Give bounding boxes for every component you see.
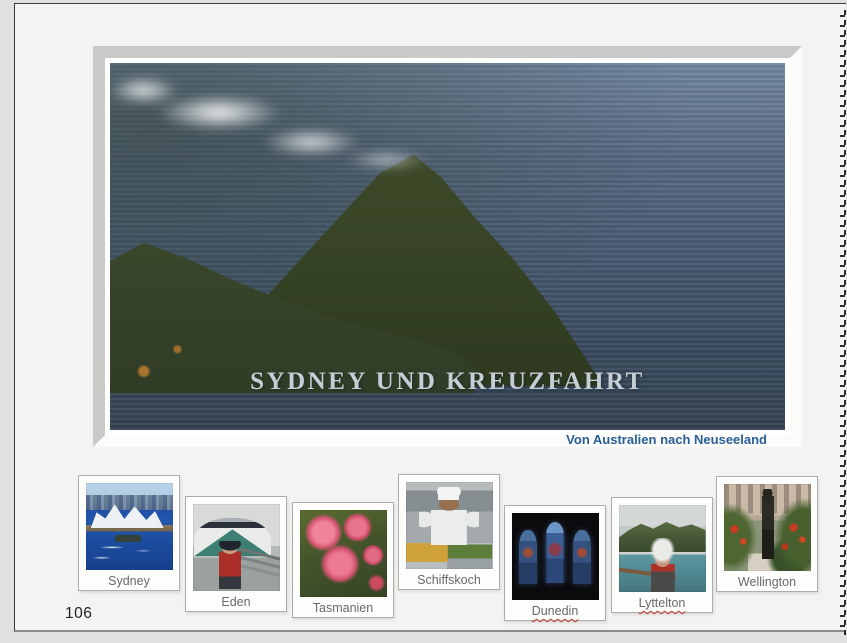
- thumbnail-card-sydney[interactable]: Sydney: [78, 475, 180, 591]
- sydney-opera-house-photo[interactable]: [85, 483, 173, 570]
- boat-wake-shape: [85, 483, 173, 570]
- statue-with-flowers-photo[interactable]: [723, 484, 811, 571]
- thumbnail-card-tasmanien[interactable]: Tasmanien: [292, 502, 394, 618]
- thumbnail-card-dunedin[interactable]: Dunedin: [504, 505, 606, 621]
- hero-photo-frame[interactable]: SYDNEY UND KREUZFAHRT: [93, 46, 802, 447]
- thumbnail-caption: Schiffskoch: [417, 573, 481, 587]
- statue-figure-shape: [758, 489, 778, 559]
- man-red-shirt-shape: [218, 540, 242, 590]
- center-fold-dashed-line: [840, 10, 846, 635]
- pink-pompom-flowers-photo[interactable]: [299, 510, 387, 597]
- thumbnail-card-eden[interactable]: Eden: [185, 496, 287, 612]
- thumbnail-caption: Eden: [221, 595, 251, 609]
- person-red-scarf-shape: [646, 538, 680, 592]
- page-subtitle[interactable]: Von Australien nach Neuseeland: [566, 432, 767, 447]
- thumbnail-caption: Wellington: [737, 575, 797, 589]
- thumbnail-caption: Tasmanien: [312, 601, 374, 615]
- stained-glass-center-shape: [544, 521, 566, 583]
- stained-glass-right-shape: [573, 530, 591, 585]
- thumbnail-caption: Lyttelton: [638, 596, 686, 610]
- stained-glass-left-shape: [519, 530, 537, 585]
- page-number: 106: [65, 605, 93, 622]
- harbour-with-person-photo[interactable]: [618, 505, 706, 592]
- photobook-editor-view: SYDNEY UND KREUZFAHRT Von Australien nac…: [0, 0, 847, 643]
- page-title[interactable]: SYDNEY UND KREUZFAHRT: [250, 368, 645, 396]
- cruise-ship-and-man-photo[interactable]: [192, 504, 280, 591]
- thumbnail-card-schiffskoch[interactable]: Schiffskoch: [398, 474, 500, 590]
- chef-arms-shape: [419, 509, 479, 529]
- thumbnail-caption: Dunedin: [531, 604, 579, 618]
- thumbnail-card-lyttelton[interactable]: Lyttelton: [611, 497, 713, 613]
- ship-cook-buffet-photo[interactable]: [405, 482, 493, 569]
- thumbnail-card-wellington[interactable]: Wellington: [716, 476, 818, 592]
- milford-sound-photo[interactable]: SYDNEY UND KREUZFAHRT: [110, 63, 785, 430]
- stained-glass-windows-photo[interactable]: [511, 513, 599, 600]
- album-page: SYDNEY UND KREUZFAHRT Von Australien nac…: [14, 3, 846, 632]
- thumbnail-caption: Sydney: [108, 574, 150, 588]
- mist-clouds-layer: [110, 63, 529, 174]
